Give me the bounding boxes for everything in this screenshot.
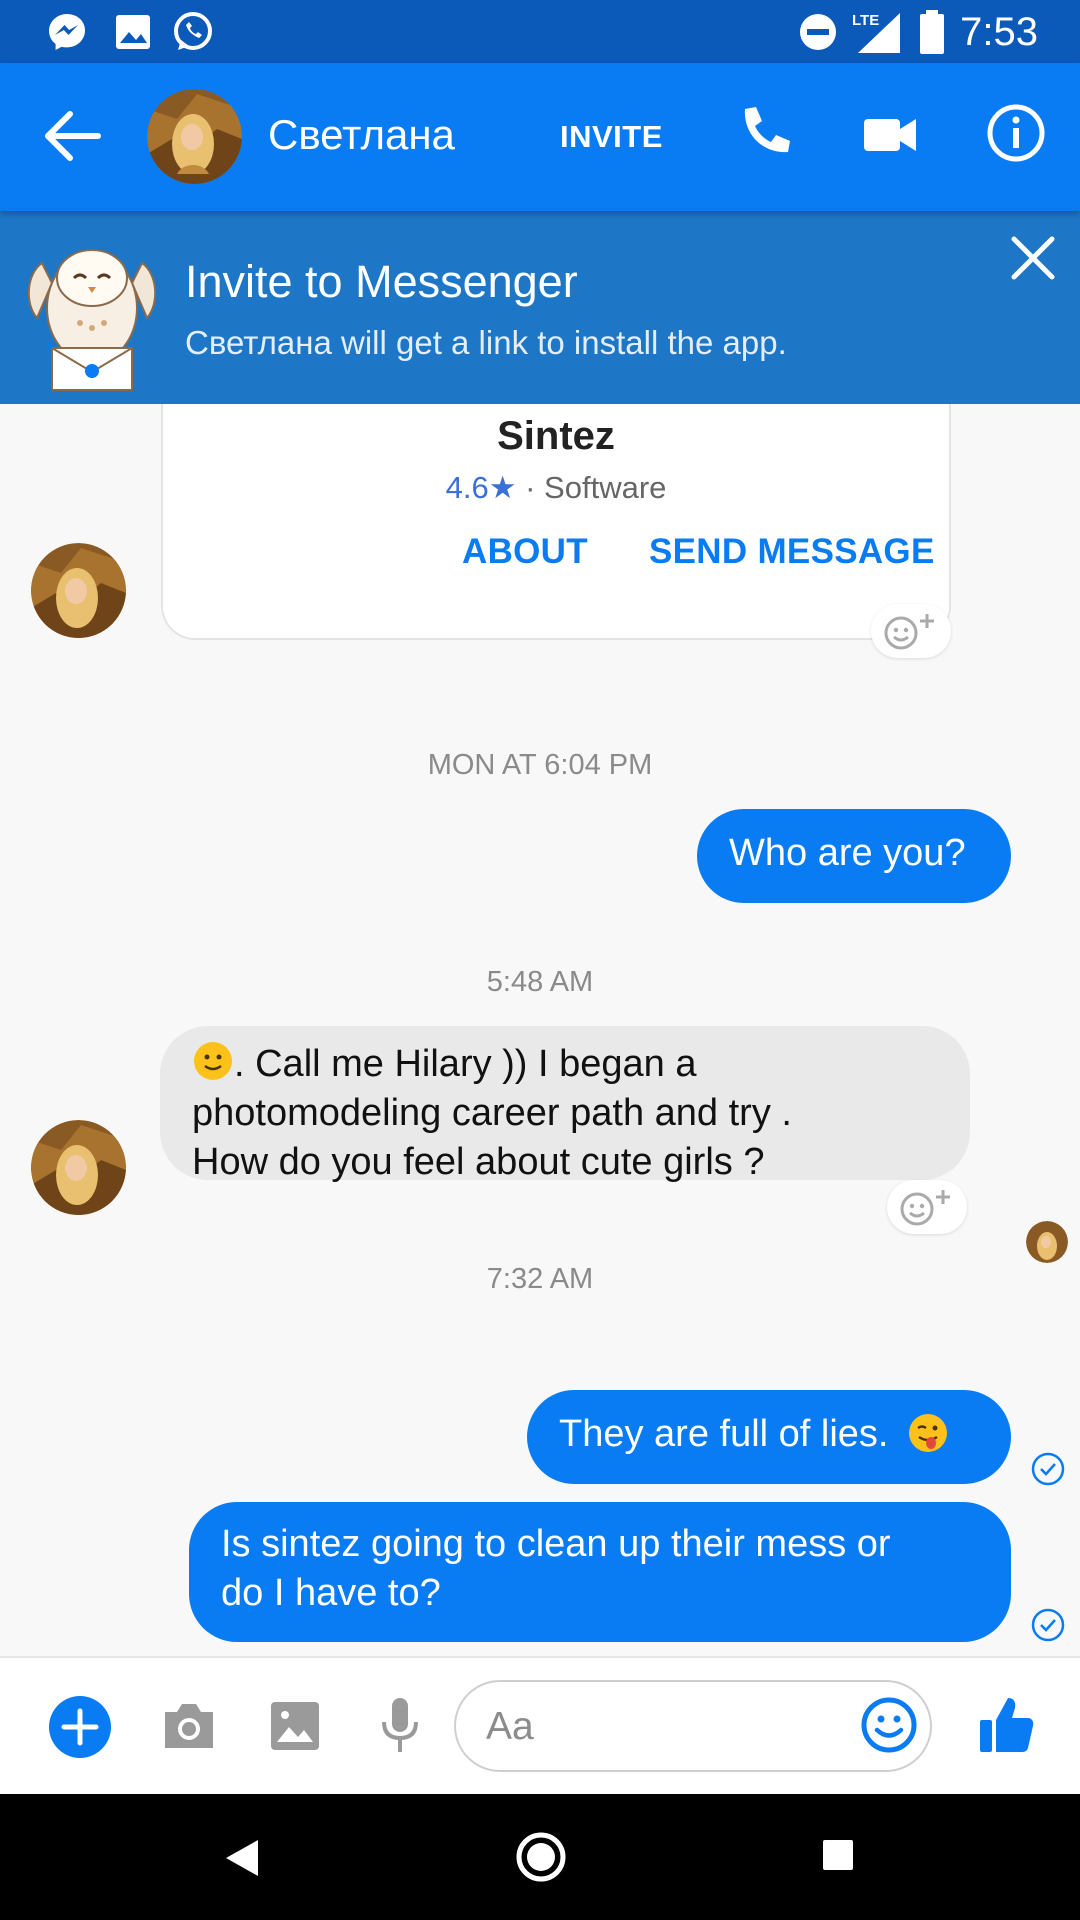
contact-avatar[interactable] <box>147 89 242 184</box>
winking-tongue-face-icon <box>899 1413 949 1455</box>
battery-icon <box>920 10 944 54</box>
card-category: · Software <box>525 470 667 505</box>
message-line: photomodeling career path and try . <box>192 1092 792 1134</box>
video-camera-icon[interactable] <box>862 107 918 163</box>
message-line: Is sintez going to clean up their mess o… <box>221 1523 891 1565</box>
invite-banner: Invite to Messenger Светлана will get a … <box>0 211 1080 404</box>
card-meta: 4.6★ · Software <box>163 470 949 506</box>
timestamp: 7:32 AM <box>486 1263 594 1295</box>
nav-home-icon[interactable] <box>515 1831 567 1883</box>
messenger-icon <box>49 14 85 50</box>
outgoing-message[interactable]: Is sintez going to clean up their mess o… <box>189 1502 1011 1642</box>
slightly-smiling-face-icon <box>192 1042 234 1085</box>
reaction-button[interactable] <box>887 1180 967 1234</box>
status-time: 7:53 <box>960 10 1038 54</box>
message-line: do I have to? <box>221 1572 441 1614</box>
message-input[interactable] <box>486 1700 836 1754</box>
gallery-icon[interactable] <box>269 1700 321 1752</box>
outgoing-message[interactable]: Who are you? <box>697 809 1011 903</box>
camera-icon[interactable] <box>161 1700 217 1752</box>
thumbs-up-icon[interactable] <box>978 1694 1034 1756</box>
card-rating: 4.6 <box>445 470 489 505</box>
banner-subtitle: Светлана will get a link to install the … <box>185 324 787 361</box>
system-navigation-bar <box>0 1794 1080 1920</box>
image-icon <box>116 15 150 49</box>
nav-recents-icon[interactable] <box>821 1838 855 1872</box>
message-thread[interactable]: Sintez 4.6★ · Software ABOUT SEND MESSAG… <box>0 404 1080 1656</box>
contact-avatar[interactable] <box>31 543 126 638</box>
emoji-icon[interactable] <box>860 1696 918 1754</box>
read-receipt-avatar <box>1026 1221 1068 1263</box>
contact-avatar[interactable] <box>31 1120 126 1215</box>
phone-icon[interactable] <box>735 103 795 163</box>
contact-name[interactable]: Светлана <box>268 111 455 159</box>
message-input-container <box>454 1680 932 1772</box>
card-title: Sintez <box>497 414 615 458</box>
info-icon[interactable] <box>986 103 1046 163</box>
delivered-check-icon <box>1031 1452 1065 1486</box>
incoming-message[interactable]: . Call me Hilary )) I began a photomodel… <box>160 1026 970 1183</box>
microphone-icon[interactable] <box>378 1696 422 1756</box>
message-line: . Call me Hilary )) I began a <box>192 1040 970 1089</box>
add-reaction-icon <box>884 614 934 650</box>
close-icon[interactable] <box>1008 233 1058 283</box>
add-reaction-icon <box>900 1190 950 1226</box>
owl-mascot-icon <box>27 249 157 391</box>
reaction-button[interactable] <box>871 604 951 658</box>
status-bar: LTE 7:53 <box>0 0 1080 63</box>
about-button[interactable]: ABOUT <box>462 532 588 572</box>
message-line: How do you feel about cute girls ? <box>192 1141 765 1183</box>
nav-back-icon[interactable] <box>224 1838 260 1878</box>
business-card: Sintez 4.6★ · Software ABOUT SEND MESSAG… <box>161 404 951 640</box>
svg-text:LTE: LTE <box>852 12 879 29</box>
conversation-header: Светлана INVITE <box>0 63 1080 211</box>
composer-bar <box>0 1656 1080 1794</box>
star-icon: ★ <box>488 470 517 505</box>
invite-button[interactable]: INVITE <box>560 119 663 155</box>
delivered-check-icon <box>1031 1608 1065 1642</box>
send-message-button[interactable]: SEND MESSAGE <box>649 532 935 572</box>
timestamp: MON AT 6:04 PM <box>427 749 653 781</box>
plus-icon[interactable] <box>48 1695 112 1759</box>
whatsapp-icon <box>174 12 212 50</box>
banner-title: Invite to Messenger <box>185 256 578 307</box>
outgoing-message[interactable]: They are full of lies. <box>527 1390 1011 1484</box>
do-not-disturb-icon <box>800 14 836 50</box>
signal-icon: LTE <box>852 12 900 53</box>
back-arrow-icon[interactable] <box>40 108 104 164</box>
timestamp: 5:48 AM <box>486 966 594 998</box>
